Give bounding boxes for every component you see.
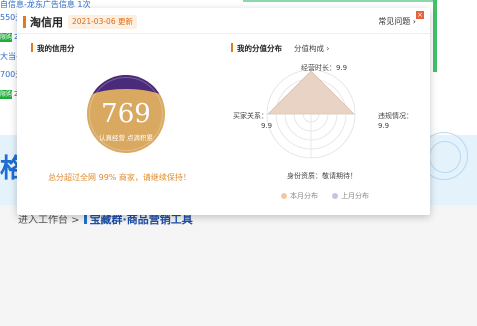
legend-swatch-previous <box>332 192 338 199</box>
limit-tag: 限购 <box>0 33 13 42</box>
radar-label-identity: 身份资质：敬请期待！ <box>287 172 357 180</box>
section-marker <box>231 43 233 52</box>
credit-score-value: 769 <box>101 99 151 129</box>
legend-label-previous: 上月分布 <box>341 192 369 200</box>
score-radar-chart <box>266 69 356 159</box>
popup-title: 淘信用 <box>30 16 63 29</box>
radar-value-violation: 9.9 <box>378 122 390 130</box>
radar-label-tenure: 经营时长：9.9 <box>301 64 348 72</box>
card-top-border <box>243 0 433 4</box>
update-date-badge: 2021-03-06 更新 <box>68 15 137 29</box>
section-marker <box>83 214 87 224</box>
credit-score-badge: 769 认真经营 点滴积累 <box>87 75 165 153</box>
credit-score-slogan: 认真经营 点滴积累 <box>98 134 154 142</box>
score-distribution-heading: 我的分值分布 <box>237 44 282 53</box>
score-summary: 总分超过全网 99% 商家，请继续保持！ <box>48 173 191 182</box>
header-divider <box>17 33 430 34</box>
radar-value-buyer: 9.9 <box>261 122 273 130</box>
section-marker <box>31 43 33 52</box>
radar-area-current <box>267 70 355 115</box>
legend-current-month[interactable]: 本月分布 <box>281 191 318 201</box>
title-marker <box>23 16 26 28</box>
legend-label-current: 本月分布 <box>290 192 318 200</box>
legend-swatch-current <box>281 192 287 199</box>
radar-label-buyer: 买家关系： <box>233 112 268 120</box>
legend-previous-month[interactable]: 上月分布 <box>332 191 369 201</box>
close-icon[interactable]: × <box>416 11 424 19</box>
faq-link[interactable]: 常见问题 › <box>378 16 416 27</box>
card-side-border <box>433 0 437 72</box>
limit-tag: 限购 <box>0 90 13 99</box>
score-composition-link[interactable]: 分值构成 › <box>294 43 329 54</box>
radar-label-violation: 违规情况： <box>378 112 413 120</box>
workbench-link[interactable]: 进入工作台 > <box>18 215 80 226</box>
credit-score-heading: 我的信用分 <box>37 44 75 53</box>
credit-popup: 淘信用 2021-03-06 更新 常见问题 › × 我的信用分 我的分值分布 … <box>17 8 430 215</box>
